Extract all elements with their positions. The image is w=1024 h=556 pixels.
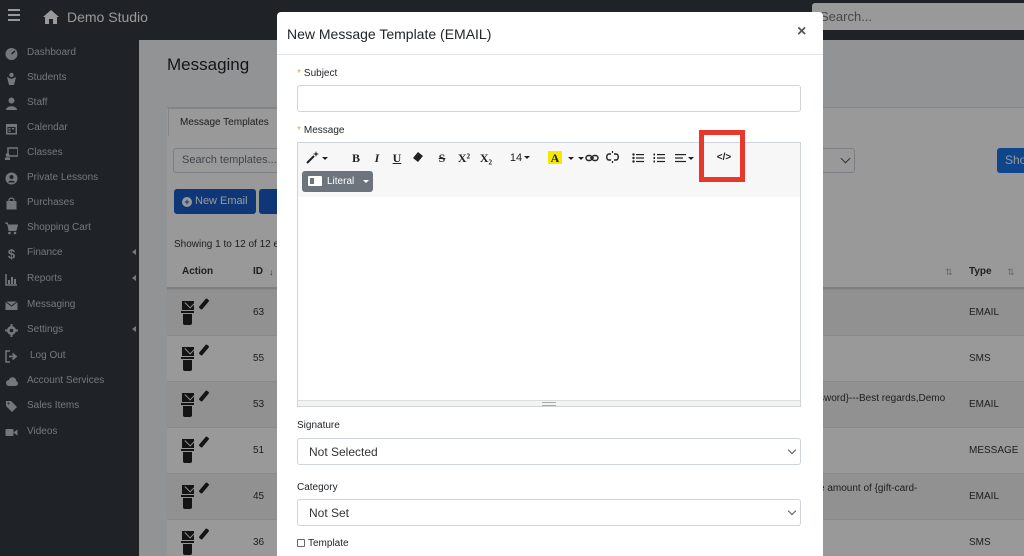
editor-resize-handle[interactable]: [298, 400, 800, 406]
code-view-highlight-box: [699, 130, 745, 182]
magic-wand-icon: [306, 151, 319, 164]
category-select[interactable]: Not Set: [297, 499, 801, 526]
subject-label-text: Subject: [303, 68, 338, 79]
literal-label: Literal: [327, 176, 355, 187]
category-value: Not Set: [309, 506, 350, 520]
strikethrough-button[interactable]: S: [435, 150, 449, 166]
message-label: * Message: [297, 125, 344, 136]
message-editor-body[interactable]: [298, 197, 800, 400]
superscript-button[interactable]: X²: [456, 150, 472, 166]
chevron-down-icon: [577, 157, 584, 160]
chevron-down-icon: [687, 157, 694, 160]
close-icon[interactable]: ×: [797, 23, 806, 41]
signature-label: Signature: [297, 420, 340, 431]
new-template-modal: New Message Template (EMAIL) × * Subject …: [277, 12, 823, 556]
chevron-down-icon: [787, 506, 797, 516]
bold-button[interactable]: B: [349, 150, 363, 166]
numbered-list-button[interactable]: [652, 150, 666, 166]
template-checkbox[interactable]: Template: [297, 538, 349, 549]
underline-button[interactable]: U: [390, 150, 404, 166]
required-marker: *: [297, 68, 301, 79]
message-label-text: Message: [303, 125, 345, 136]
numbered-list-icon: [653, 153, 665, 163]
subject-input[interactable]: [297, 85, 801, 112]
chevron-down-icon: [524, 156, 531, 159]
italic-button[interactable]: I: [370, 150, 384, 166]
paragraph-align-dropdown[interactable]: [673, 150, 695, 166]
link-icon: [584, 154, 599, 162]
align-left-icon: [674, 154, 686, 163]
style-button[interactable]: [304, 150, 330, 166]
literal-dropdown-button[interactable]: Literal: [302, 171, 373, 192]
checkbox-box[interactable]: [297, 539, 305, 547]
id-card-icon: [308, 176, 322, 186]
unlink-button[interactable]: [605, 150, 619, 166]
eraser-icon: [413, 152, 423, 162]
font-size-dropdown[interactable]: 14: [503, 150, 537, 166]
required-marker: *: [297, 125, 301, 136]
font-size-value: 14: [509, 152, 523, 164]
chevron-down-icon: [363, 180, 369, 183]
modal-title: New Message Template (EMAIL): [287, 26, 492, 42]
signature-select[interactable]: Not Selected: [297, 438, 801, 465]
color-dropdown[interactable]: [566, 150, 574, 166]
chevron-down-icon: [568, 157, 574, 160]
modal-header: New Message Template (EMAIL) ×: [277, 12, 823, 55]
clear-format-button[interactable]: [411, 150, 425, 166]
text-color-button[interactable]: A: [548, 151, 562, 165]
chevron-down-icon: [322, 157, 328, 160]
bullet-list-button[interactable]: [631, 150, 645, 166]
unlink-icon: [605, 151, 619, 163]
chevron-down-icon: [787, 445, 797, 455]
bullet-list-icon: [632, 153, 644, 163]
link-button[interactable]: [577, 150, 599, 166]
signature-value: Not Selected: [309, 445, 378, 459]
template-checkbox-label: Template: [308, 538, 349, 549]
subject-label: * Subject: [297, 68, 337, 79]
category-label: Category: [297, 482, 338, 493]
subscript-button[interactable]: X₂: [478, 150, 494, 166]
